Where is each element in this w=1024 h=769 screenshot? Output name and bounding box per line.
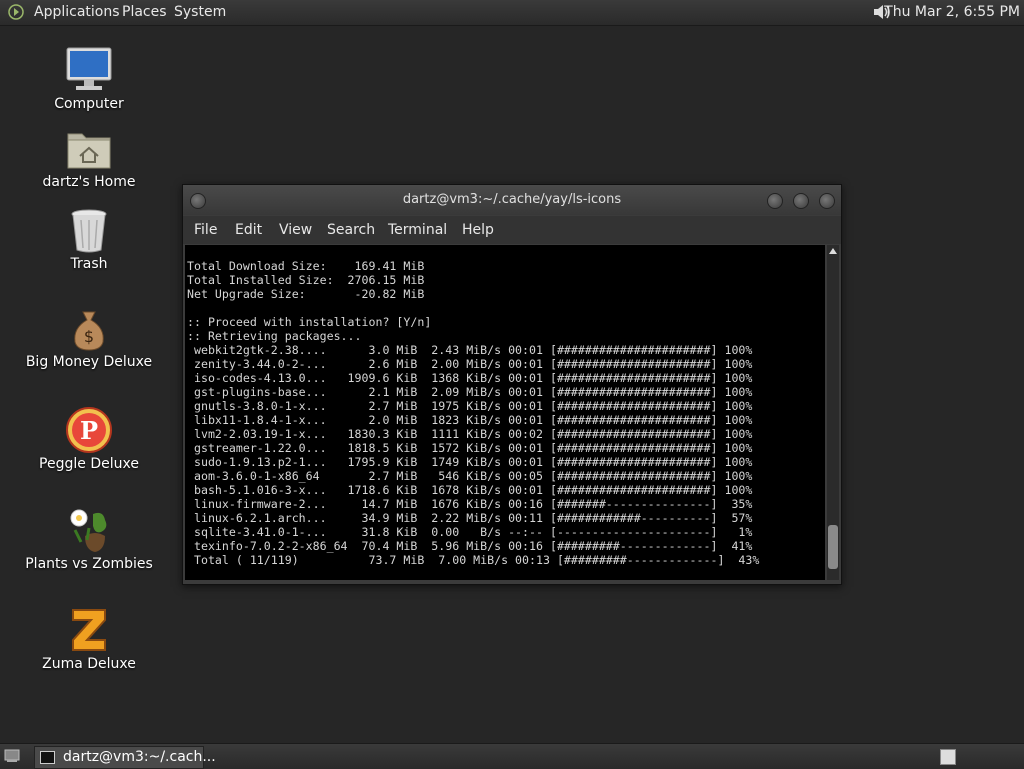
desktop-icon-label: Big Money Deluxe: [25, 354, 153, 370]
taskbar-terminal-button[interactable]: dartz@vm3:~/.cach...: [34, 746, 216, 769]
maximize-icon[interactable]: [793, 193, 809, 209]
computer-icon: [66, 47, 112, 90]
gnome-foot-icon[interactable]: [8, 4, 24, 20]
desktop-icon-zuma[interactable]: Zuma Deluxe: [19, 606, 159, 672]
desktop-icon-label: Trash: [70, 256, 108, 272]
menu-view[interactable]: View: [279, 222, 312, 238]
terminal-icon: [40, 751, 55, 764]
show-desktop-icon[interactable]: [4, 749, 20, 763]
desktop-icon-big-money[interactable]: $ Big Money Deluxe: [19, 308, 159, 370]
window-title: dartz@vm3:~/.cache/yay/ls-icons: [402, 192, 622, 207]
desktop-icon-trash[interactable]: Trash: [19, 208, 159, 272]
taskbar-label: dartz@vm3:~/.cach...: [63, 749, 216, 765]
trash-icon: [71, 209, 107, 253]
peggle-icon: P: [66, 407, 112, 453]
svg-text:$: $: [84, 327, 94, 346]
desktop-icon-computer[interactable]: Computer: [19, 46, 159, 112]
terminal-scrollbar[interactable]: [827, 245, 839, 580]
terminal-text: Total Download Size: 169.41 MiB Total In…: [187, 259, 760, 567]
minimize-icon[interactable]: [767, 193, 783, 209]
workspace-switcher[interactable]: [940, 749, 956, 765]
menu-edit[interactable]: Edit: [235, 222, 262, 238]
scroll-up-arrow-icon[interactable]: [829, 248, 837, 254]
plants-vs-zombies-icon: [70, 509, 107, 552]
desktop-icon-label: Plants vs Zombies: [25, 556, 153, 572]
desktop-icon-plants-vs-zombies[interactable]: Plants vs Zombies: [19, 506, 159, 572]
desktop-icon-peggle[interactable]: P Peggle Deluxe: [19, 406, 159, 472]
menu-search[interactable]: Search: [327, 222, 375, 238]
desktop-icon-home[interactable]: dartz's Home: [19, 128, 159, 190]
desktop-icon-label: Zuma Deluxe: [42, 656, 136, 672]
terminal-menu-bar: File Edit View Search Terminal Help: [183, 216, 841, 244]
menu-help[interactable]: Help: [462, 222, 494, 238]
applications-menu[interactable]: Applications: [34, 4, 120, 20]
terminal-output[interactable]: Total Download Size: 169.41 MiB Total In…: [185, 245, 825, 580]
close-icon[interactable]: [819, 193, 835, 209]
zuma-icon: [72, 609, 106, 651]
home-folder-icon: [67, 133, 111, 169]
menu-file[interactable]: File: [194, 222, 217, 238]
places-menu[interactable]: Places: [122, 4, 167, 20]
menu-terminal[interactable]: Terminal: [388, 222, 447, 238]
clock[interactable]: Thu Mar 2, 6:55 PM: [884, 4, 1020, 20]
desktop-icon-label: Computer: [54, 96, 124, 112]
bottom-panel: dartz@vm3:~/.cach...: [0, 743, 1024, 769]
desktop-icon-label: dartz's Home: [42, 174, 136, 190]
terminal-window[interactable]: dartz@vm3:~/.cache/yay/ls-icons File Edi…: [182, 184, 842, 585]
scroll-thumb[interactable]: [828, 525, 838, 569]
desktop-icon-label: Peggle Deluxe: [39, 456, 139, 472]
system-menu[interactable]: System: [174, 4, 226, 20]
top-panel: Applications Places System Thu Mar 2, 6:…: [0, 0, 1024, 26]
money-bag-icon: $: [74, 311, 104, 351]
svg-text:P: P: [80, 416, 98, 445]
window-menu-icon[interactable]: [190, 193, 206, 209]
terminal-title-bar[interactable]: dartz@vm3:~/.cache/yay/ls-icons: [183, 185, 841, 215]
